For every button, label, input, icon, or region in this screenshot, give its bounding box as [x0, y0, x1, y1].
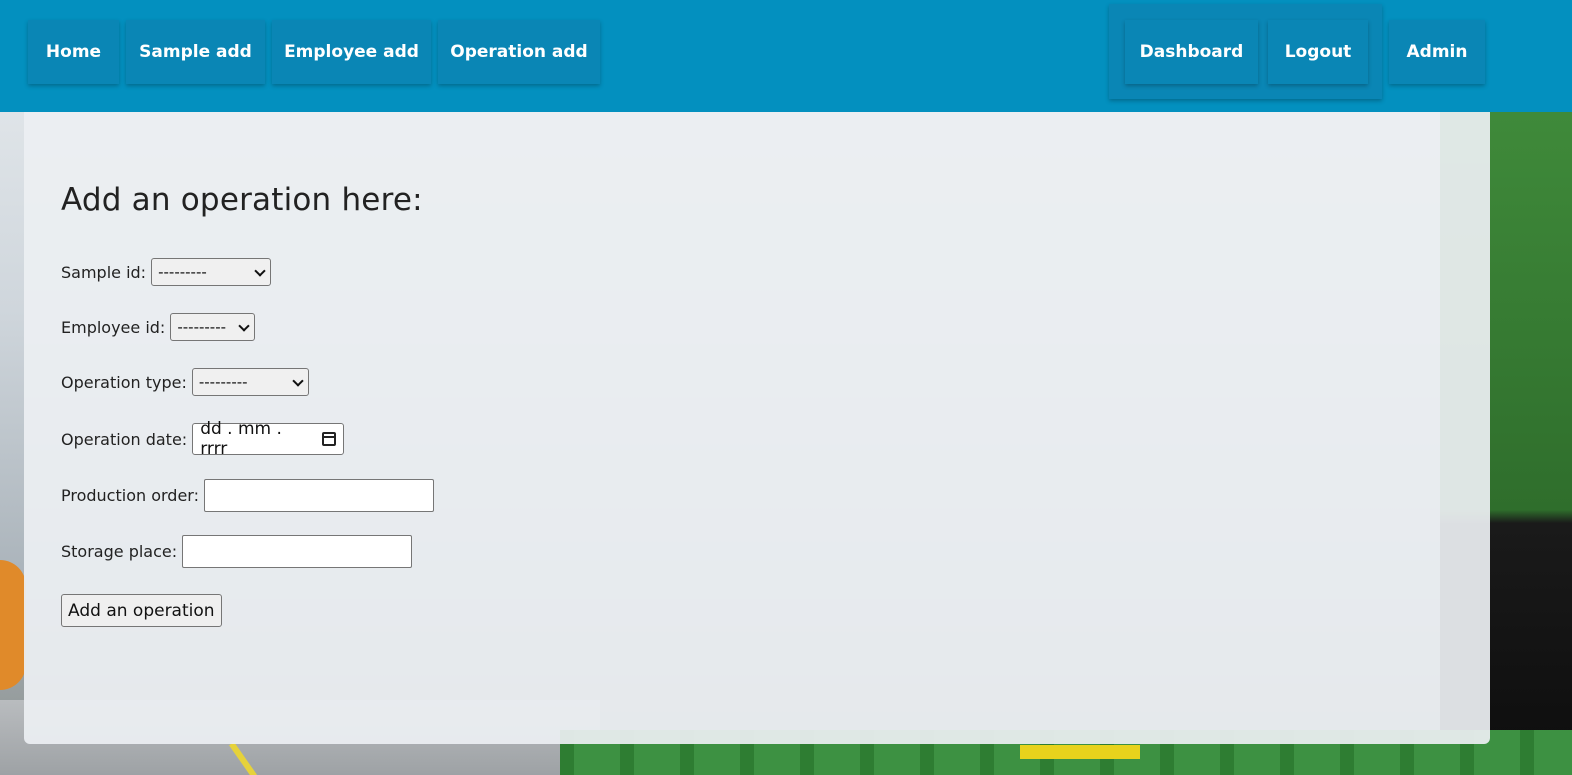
operation-date-row: Operation date: dd . mm . rrrr [61, 419, 345, 459]
sample-id-row: Sample id: --------- [61, 258, 272, 286]
nav-dashboard[interactable]: Dashboard [1125, 20, 1258, 84]
employee-id-value: --------- [177, 318, 227, 336]
nav-home[interactable]: Home [28, 20, 119, 84]
storage-place-label: Storage place: [61, 542, 178, 561]
storage-place-row: Storage place: [61, 535, 413, 568]
sample-id-label: Sample id: [61, 262, 147, 282]
operation-date-input[interactable]: dd . mm . rrrr [192, 419, 345, 459]
operation-type-select[interactable]: --------- [191, 368, 309, 396]
add-operation-button[interactable]: Add an operation [61, 594, 222, 627]
operation-type-label: Operation type: [61, 372, 187, 392]
background-forklift [0, 560, 26, 690]
chevron-down-icon [255, 268, 264, 277]
production-order-row: Production order: [61, 479, 434, 512]
storage-place-input[interactable] [182, 535, 413, 568]
employee-id-select[interactable]: --------- [170, 313, 256, 341]
operation-type-row: Operation type: --------- [61, 368, 309, 396]
chevron-down-icon [239, 323, 248, 332]
sample-id-select[interactable]: --------- [151, 258, 272, 286]
page-title: Add an operation here: [61, 182, 423, 218]
production-order-input[interactable] [203, 479, 434, 512]
sample-id-value: --------- [158, 263, 207, 281]
background-yellow-bar [1020, 745, 1140, 759]
nav-operation-add[interactable]: Operation add [438, 20, 600, 84]
nav-employee-add[interactable]: Employee add [272, 20, 431, 84]
operation-date-value: dd . mm . rrrr [200, 419, 282, 459]
employee-id-label: Employee id: [61, 317, 166, 337]
operation-type-value: --------- [198, 373, 248, 391]
navbar: Home Sample add Employee add Operation a… [0, 0, 1572, 112]
production-order-label: Production order: [61, 486, 199, 505]
calendar-icon[interactable] [322, 432, 337, 446]
nav-admin[interactable]: Admin [1389, 20, 1485, 84]
employee-id-row: Employee id: --------- [61, 313, 256, 341]
chevron-down-icon [293, 378, 302, 387]
nav-logout[interactable]: Logout [1268, 20, 1368, 84]
form-panel: Add an operation here: Sample id: ------… [24, 112, 1490, 744]
operation-date-label: Operation date: [61, 429, 188, 449]
nav-sample-add[interactable]: Sample add [126, 20, 265, 84]
